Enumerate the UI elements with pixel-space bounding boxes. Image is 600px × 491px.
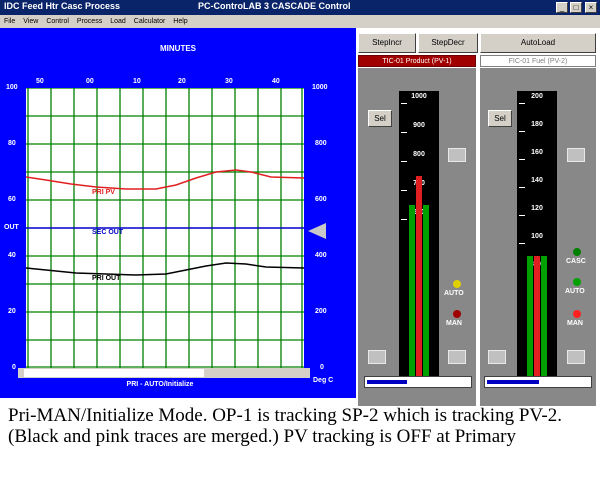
left-tick: 40: [8, 252, 16, 259]
secondary-auto-lamp: [573, 278, 581, 286]
units-label: Deg C: [313, 377, 334, 384]
secondary-slot-lower-left[interactable]: [488, 350, 506, 364]
primary-slot-lower-left[interactable]: [368, 350, 386, 364]
secondary-scale-tick: 200: [531, 93, 543, 100]
menu-view[interactable]: View: [23, 15, 38, 28]
window-title: PC-ControLAB 3 CASCADE Control: [198, 1, 351, 11]
menu-file[interactable]: File: [4, 15, 15, 28]
pri-out-trace: [25, 262, 305, 276]
menu-bar: File View Control Process Load Calculato…: [0, 15, 600, 28]
left-tick: 0: [12, 364, 16, 371]
secondary-casc-lamp: [573, 248, 581, 256]
time-tick: 10: [133, 78, 141, 85]
primary-scale-tick: 900: [413, 122, 425, 129]
secondary-bargraph: 200 180 160 140 120 100 80: [517, 91, 557, 376]
trend-plot: PRI PV SEC OUT PRI OUT: [25, 87, 305, 368]
minutes-label: MINUTES: [160, 44, 196, 53]
menu-help[interactable]: Help: [173, 15, 187, 28]
sec-out-label: SEC OUT: [92, 229, 124, 236]
secondary-man-lamp: [573, 310, 581, 318]
close-button[interactable]: ×: [585, 2, 597, 13]
left-tick: 100: [6, 84, 18, 91]
app-title: IDC Feed Htr Casc Process: [4, 1, 121, 11]
right-tick: 800: [315, 140, 327, 147]
secondary-auto-label: AUTO: [565, 288, 585, 295]
primary-man-label: MAN: [446, 320, 462, 327]
primary-slot-lower-right[interactable]: [448, 350, 466, 364]
menu-calculator[interactable]: Calculator: [134, 15, 166, 28]
pri-pv-trace: [25, 169, 305, 190]
secondary-scale-tick: 100: [531, 233, 543, 240]
right-tick: 0: [320, 364, 324, 371]
secondary-output-tape[interactable]: [484, 376, 592, 388]
right-tick: 600: [315, 196, 327, 203]
time-tick: 20: [178, 78, 186, 85]
secondary-faceplate-title[interactable]: FIC-01 Fuel (PV-2): [480, 55, 596, 67]
secondary-pv-bar: [534, 256, 540, 376]
time-tick: 30: [225, 78, 233, 85]
right-tick: 200: [315, 308, 327, 315]
menu-load[interactable]: Load: [110, 15, 126, 28]
secondary-scale-tick: 140: [531, 177, 543, 184]
title-bar: IDC Feed Htr Casc Process PC-ControLAB 3…: [0, 0, 600, 15]
primary-bargraph: 1000 900 800 700 600: [399, 91, 439, 376]
minimize-button[interactable]: _: [556, 2, 568, 13]
time-tick: 00: [86, 78, 94, 85]
primary-man-lamp: [453, 310, 461, 318]
secondary-output-fill: [487, 380, 539, 384]
primary-sp-bar: [423, 205, 429, 376]
primary-auto-lamp: [453, 280, 461, 288]
primary-sel-button[interactable]: Sel: [368, 110, 392, 127]
secondary-sel-button[interactable]: Sel: [488, 110, 512, 127]
secondary-scale-tick: 180: [531, 121, 543, 128]
primary-scale-tick: 800: [413, 151, 425, 158]
left-tick: 60: [8, 196, 16, 203]
primary-scale-tick: 1000: [411, 93, 427, 100]
secondary-sp-bar: [541, 256, 547, 376]
primary-pv-bar: [416, 176, 422, 376]
menu-process[interactable]: Process: [77, 15, 102, 28]
secondary-sp-bar: [527, 256, 533, 376]
secondary-scale-tick: 160: [531, 149, 543, 156]
autoload-button[interactable]: AutoLoad: [480, 33, 596, 53]
scrollbar-thumb[interactable]: [24, 369, 204, 377]
step-incr-button[interactable]: StepIncr: [358, 33, 416, 53]
trend-scrollbar[interactable]: [18, 368, 310, 378]
primary-slot-upper[interactable]: [448, 148, 466, 162]
secondary-slot-upper[interactable]: [567, 148, 585, 162]
left-tick-out: OUT: [4, 224, 19, 231]
primary-auto-label: AUTO: [444, 290, 464, 297]
primary-sp-bar: [409, 205, 415, 376]
menu-control[interactable]: Control: [46, 15, 69, 28]
pri-pv-label: PRI PV: [92, 189, 115, 196]
primary-faceplate-title[interactable]: TIC-01 Product (PV-1): [358, 55, 476, 67]
pri-out-label: PRI OUT: [92, 275, 121, 282]
primary-output-fill: [367, 380, 407, 384]
maximize-button[interactable]: □: [570, 2, 582, 13]
left-tick: 80: [8, 140, 16, 147]
right-tick: 400: [315, 252, 327, 259]
secondary-slot-lower-right[interactable]: [567, 350, 585, 364]
secondary-man-label: MAN: [567, 320, 583, 327]
time-tick: 50: [36, 78, 44, 85]
step-decr-button[interactable]: StepDecr: [418, 33, 478, 53]
caption-text: Pri-MAN/Initialize Mode. OP-1 is trackin…: [8, 405, 562, 447]
secondary-casc-label: CASC: [566, 258, 586, 265]
time-tick: 40: [272, 78, 280, 85]
output-pointer-arrow-icon[interactable]: [308, 223, 326, 239]
secondary-scale-tick: 120: [531, 205, 543, 212]
right-tick: 1000: [312, 84, 328, 91]
trend-plot-svg: [25, 87, 305, 368]
primary-output-tape[interactable]: [364, 376, 472, 388]
left-tick: 20: [8, 308, 16, 315]
trend-status: PRI - AUTO/Initialize: [126, 381, 194, 388]
